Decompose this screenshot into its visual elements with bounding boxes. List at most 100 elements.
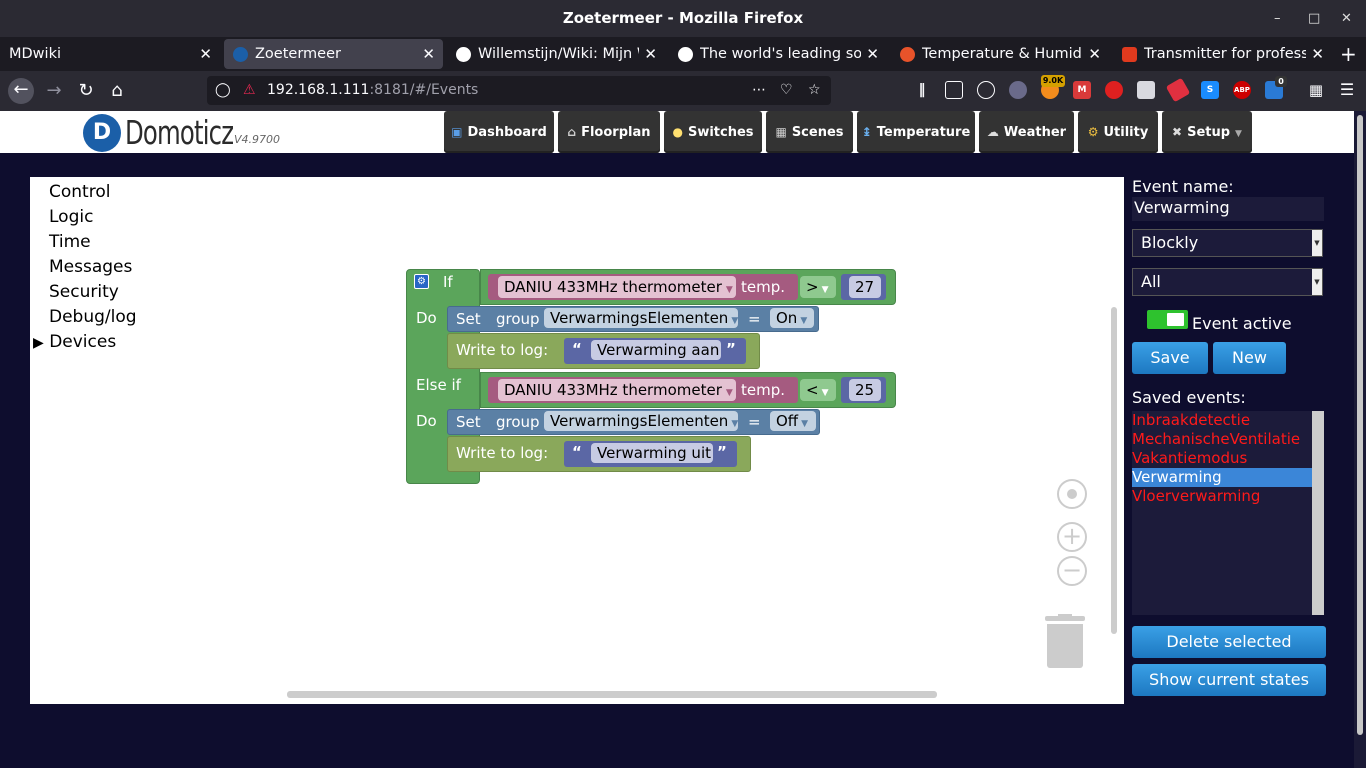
set-label-1: Set — [456, 310, 481, 328]
tab-transmitter[interactable]: Transmitter for profess ✕ — [1113, 39, 1332, 69]
category-messages[interactable]: Messages — [49, 257, 132, 277]
menu-dashboard[interactable]: ▣ Dashboard — [444, 111, 554, 153]
url-bar[interactable]: ◯ ⚠ 192.168.1.111:8181/#/Events ⋯ ♡ ☆ — [207, 76, 831, 105]
device-dropdown-1[interactable]: DANIU 433MHz thermometer ▼ — [498, 276, 736, 298]
menu-utility[interactable]: ⚙ Utility — [1078, 111, 1158, 153]
number-field-2[interactable]: 25 — [849, 379, 881, 401]
menu-floorplan[interactable]: ⌂ Floorplan — [558, 111, 660, 153]
category-debug-log[interactable]: Debug/log — [49, 307, 137, 327]
horizontal-scrollbar[interactable] — [287, 691, 937, 698]
back-arrow-icon[interactable]: ← — [8, 78, 34, 104]
menu-label: Setup — [1187, 125, 1231, 140]
adblock-plus-icon[interactable]: ABP — [1233, 81, 1251, 99]
tab-github-wiki[interactable]: Willemstijn/Wiki: Mijn W ✕ — [447, 39, 665, 69]
mutator-gear-icon[interactable]: ⚙ — [414, 274, 429, 289]
domoticz-logo-icon[interactable]: D — [83, 114, 121, 152]
category-time[interactable]: Time — [49, 232, 91, 252]
event-filter-select[interactable]: All ▼ — [1132, 268, 1323, 296]
tab-close-icon[interactable]: ✕ — [866, 39, 879, 69]
shield-icon[interactable]: ◯ — [215, 76, 231, 105]
saved-events-list[interactable]: Inbraakdetectie MechanischeVentilatie Va… — [1132, 411, 1324, 615]
event-active-toggle[interactable] — [1147, 310, 1188, 329]
save-button[interactable]: Save — [1132, 342, 1208, 374]
delete-selected-button[interactable]: Delete selected — [1132, 626, 1326, 658]
device-dropdown-2[interactable]: DANIU 433MHz thermometer ▼ — [498, 379, 736, 401]
maximize-button[interactable]: □ — [1308, 0, 1320, 37]
list-item[interactable]: Vakantiemodus — [1132, 449, 1312, 468]
menu-temperature[interactable]: ↨ Temperature — [857, 111, 975, 153]
show-current-states-button[interactable]: Show current states — [1132, 664, 1326, 696]
text-field-2[interactable]: Verwarming uit — [591, 443, 713, 463]
menu-switches[interactable]: ● Switches — [664, 111, 762, 153]
pocket-icon[interactable]: ♡ — [780, 76, 793, 105]
zoom-in-icon[interactable]: + — [1057, 522, 1087, 552]
event-name-input[interactable]: Verwarming — [1132, 197, 1324, 221]
number-field-1[interactable]: 27 — [849, 276, 881, 298]
list-item[interactable]: Inbraakdetectie — [1132, 411, 1312, 430]
tab-zoetermeer[interactable]: Zoetermeer ✕ — [224, 39, 443, 69]
list-item-selected[interactable]: Verwarming — [1132, 468, 1312, 487]
home-icon[interactable]: ⌂ — [105, 79, 129, 103]
list-item[interactable]: MechanischeVentilatie — [1132, 430, 1312, 449]
group-dropdown-1[interactable]: VerwarmingsElementen ▼ — [544, 308, 738, 328]
shield-extension-icon[interactable] — [1137, 81, 1155, 99]
recenter-icon[interactable] — [1057, 479, 1087, 509]
category-devices[interactable]: ▶ Devices — [33, 332, 116, 352]
tab-close-icon[interactable]: ✕ — [644, 39, 657, 69]
tab-label: The world's leading soft — [700, 46, 861, 62]
tab-github[interactable]: The world's leading soft ✕ — [669, 39, 887, 69]
block-extension-icon[interactable] — [1105, 81, 1123, 99]
operator-dropdown-1[interactable]: > ▼ — [800, 276, 836, 298]
menu-scenes[interactable]: ▦ Scenes — [766, 111, 853, 153]
tab-temperature-humidity[interactable]: Temperature & Humidity ✕ — [891, 39, 1109, 69]
event-type-select[interactable]: Blockly ▼ — [1132, 229, 1323, 257]
tab-close-icon[interactable]: ✕ — [1311, 39, 1324, 69]
new-button[interactable]: New — [1213, 342, 1286, 374]
extensions-puzzle-icon[interactable]: ▦ — [1307, 81, 1325, 99]
tab-close-icon[interactable]: ✕ — [422, 39, 435, 69]
page-actions-icon[interactable]: ⋯ — [752, 76, 766, 105]
page-scrollbar-thumb[interactable] — [1357, 115, 1363, 735]
list-scrollbar[interactable] — [1312, 411, 1324, 615]
tab-mdwiki[interactable]: MDwiki ✕ — [0, 39, 220, 69]
zoom-out-icon[interactable]: − — [1057, 556, 1087, 586]
minimize-button[interactable]: – — [1274, 0, 1281, 37]
hamburger-menu-icon[interactable]: ☰ — [1338, 81, 1356, 99]
state-dropdown-on[interactable]: On ▼ — [770, 308, 814, 328]
new-tab-button[interactable]: + — [1340, 39, 1360, 69]
extension-owl-icon[interactable] — [1009, 81, 1027, 99]
forward-arrow-icon[interactable]: → — [42, 79, 66, 103]
vertical-scrollbar[interactable] — [1111, 307, 1117, 634]
quote-close-icon: ” — [726, 340, 736, 358]
url-path: :8181/#/Events — [369, 82, 479, 98]
tab-close-icon[interactable]: ✕ — [199, 39, 212, 69]
category-logic[interactable]: Logic — [49, 207, 93, 227]
operator-dropdown-2[interactable]: < ▼ — [800, 379, 836, 401]
dropdown-value: DANIU 433MHz thermometer — [504, 381, 722, 399]
account-icon[interactable] — [977, 81, 995, 99]
m-extension-icon[interactable]: M — [1073, 81, 1091, 99]
menu-label: Weather — [1003, 125, 1067, 140]
category-control[interactable]: Control — [49, 182, 110, 202]
page-scrollbar[interactable] — [1354, 111, 1366, 768]
sidebar-icon[interactable] — [945, 81, 963, 99]
trash-icon[interactable] — [1045, 614, 1085, 669]
bookmark-star-icon[interactable]: ☆ — [808, 76, 821, 105]
tab-close-icon[interactable]: ✕ — [1088, 39, 1101, 69]
menu-setup[interactable]: ✖ Setup ▼ — [1162, 111, 1252, 153]
group-dropdown-2[interactable]: VerwarmingsElementen ▼ — [544, 411, 738, 431]
insecure-lock-icon[interactable]: ⚠ — [243, 76, 256, 105]
list-item[interactable]: Vloerverwarming — [1132, 487, 1312, 506]
dropdown-value: On — [776, 309, 798, 327]
s-extension-icon[interactable]: S — [1201, 81, 1219, 99]
reload-icon[interactable]: ↻ — [74, 79, 98, 103]
else-if-label: Else if — [416, 376, 461, 394]
close-window-button[interactable]: ✕ — [1341, 0, 1352, 37]
quote-open-icon: “ — [572, 340, 582, 358]
blockly-workspace[interactable]: ⚙ If Do Else if Do DANIU 433MHz thermome… — [141, 177, 1124, 704]
library-icon[interactable]: ‖ — [913, 81, 931, 99]
menu-weather[interactable]: ☁ Weather — [979, 111, 1074, 153]
state-dropdown-off[interactable]: Off ▼ — [770, 411, 816, 431]
text-field-1[interactable]: Verwarming aan — [591, 340, 721, 360]
category-security[interactable]: Security — [49, 282, 119, 302]
